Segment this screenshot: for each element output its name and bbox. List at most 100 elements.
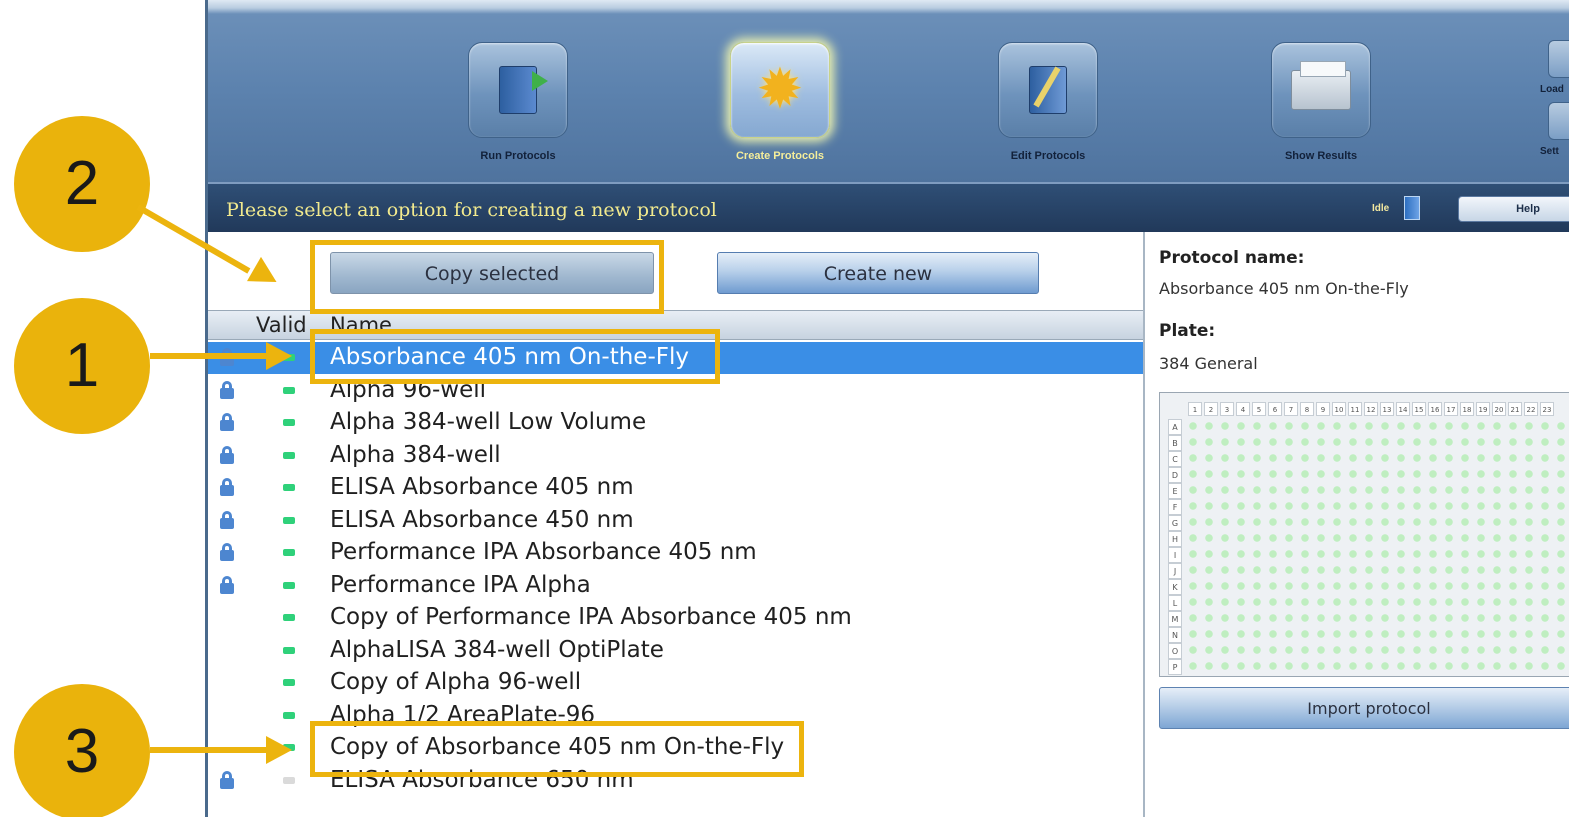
load-button[interactable] <box>1548 40 1569 78</box>
protocol-row[interactable]: Copy of Alpha 96-well <box>208 667 1143 699</box>
lock-icon <box>220 445 234 464</box>
create-protocols-icon: ✹ <box>756 57 804 122</box>
toolbar-create-protocols[interactable]: ✹ Create Protocols <box>720 42 840 162</box>
plate-row-label: D <box>1168 467 1182 483</box>
plate-column-label: 23 <box>1540 402 1554 416</box>
protocol-row[interactable]: Alpha 384-well Low Volume <box>208 407 1143 439</box>
protocol-row-name: ELISA Absorbance 450 nm <box>330 506 634 533</box>
run-protocols-label: Run Protocols <box>480 150 556 162</box>
protocol-row-name: Alpha 384-well <box>330 441 501 468</box>
lock-icon <box>220 543 234 561</box>
create-new-button[interactable]: Create new <box>717 252 1039 294</box>
protocol-row-name: Copy of Performance IPA Absorbance 405 n… <box>330 604 852 630</box>
lock-icon <box>220 380 234 399</box>
show-results-label: Show Results <box>1284 150 1358 162</box>
plate-column-label: 11 <box>1348 402 1362 416</box>
plate-column-label: 15 <box>1412 402 1426 416</box>
plate-row-label: N <box>1168 627 1182 643</box>
protocol-row-name: Alpha 384-well Low Volume <box>330 409 647 435</box>
plate-row-label: E <box>1168 483 1182 499</box>
plate-map: 1 2 3 4 5 6 7 8 9 10 11 12 13 14 15 16 17 18 19 20 21 22 23 AB… <box>1159 392 1569 677</box>
protocol-name-label: Protocol name: <box>1159 248 1305 268</box>
plate-column-label: 3 <box>1220 402 1234 416</box>
plate-column-label: 12 <box>1364 402 1378 416</box>
create-protocols-button[interactable]: ✹ <box>730 42 830 138</box>
plate-column-label: 8 <box>1300 402 1314 416</box>
create-protocols-label: Create Protocols <box>735 150 825 162</box>
lock-icon <box>220 770 234 789</box>
valid-status-icon <box>283 419 295 426</box>
edit-protocols-button[interactable] <box>998 42 1098 138</box>
valid-status-icon <box>283 581 295 589</box>
status-message: Please select an option for creating a n… <box>226 199 717 221</box>
protocol-row[interactable]: ELISA Absorbance 450 nm <box>208 505 1143 537</box>
plate-row-label: A <box>1168 419 1182 435</box>
selected-row-highlight <box>310 329 720 384</box>
plate-column-label: 1 <box>1188 402 1202 416</box>
protocol-row-name: AlphaLISA 384-well OptiPlate <box>330 636 664 663</box>
valid-status-icon <box>283 484 295 491</box>
plate-value: 384 General <box>1159 354 1258 373</box>
protocol-details-pane: Protocol name: Absorbance 405 nm On-the-… <box>1147 232 1569 817</box>
main-toolbar: Run Protocols ✹ Create Protocols Edit Pr… <box>208 0 1569 182</box>
step-3-arrow-head <box>266 736 292 764</box>
settings-button[interactable] <box>1548 102 1569 140</box>
valid-status-icon <box>283 711 295 719</box>
plate-row-label: O <box>1168 643 1182 659</box>
plate-column-label: 21 <box>1508 402 1522 416</box>
plate-row-labels: ABCDEFGHIJKLMNOP <box>1168 419 1182 675</box>
lock-icon <box>220 478 234 496</box>
plate-column-label: 9 <box>1316 402 1330 416</box>
step-2-callout: 2 <box>14 116 150 252</box>
lock-icon <box>220 510 234 529</box>
edit-protocols-label: Edit Protocols <box>1010 150 1086 162</box>
plate-label: Plate: <box>1159 321 1216 341</box>
plate-row-label: J <box>1168 563 1182 579</box>
edit-protocols-icon <box>1029 66 1067 114</box>
plate-row-label: P <box>1168 659 1182 675</box>
toolbar-run-protocols[interactable]: Run Protocols <box>458 42 578 162</box>
show-results-button[interactable] <box>1271 42 1371 138</box>
load-label: Load <box>1540 84 1564 95</box>
protocol-row-name: Copy of Alpha 96-well <box>330 669 582 695</box>
plate-column-label: 6 <box>1268 402 1282 416</box>
copy-selected-highlight <box>310 240 664 314</box>
plate-column-label: 20 <box>1492 402 1506 416</box>
protocol-row[interactable]: ELISA Absorbance 405 nm <box>208 472 1143 504</box>
protocol-row[interactable]: Performance IPA Alpha <box>208 570 1143 602</box>
plate-wells <box>1188 421 1569 676</box>
step-1-arrow-head <box>266 342 292 370</box>
plate-column-label: 7 <box>1284 402 1298 416</box>
plate-column-label: 14 <box>1396 402 1410 416</box>
plate-column-label: 18 <box>1460 402 1474 416</box>
protocol-row-name: ELISA Absorbance 405 nm <box>330 474 634 500</box>
valid-status-icon <box>283 549 295 556</box>
protocol-row[interactable]: Alpha 384-well <box>208 440 1143 472</box>
protocol-row[interactable]: AlphaLISA 384-well OptiPlate <box>208 635 1143 667</box>
toolbar-show-results[interactable]: Show Results <box>1261 42 1381 162</box>
plate-column-label: 10 <box>1332 402 1346 416</box>
protocol-row-name: Performance IPA Alpha <box>330 571 591 598</box>
protocol-row[interactable]: Performance IPA Absorbance 405 nm <box>208 537 1143 569</box>
plate-column-label: 19 <box>1476 402 1490 416</box>
toolbar-edit-protocols[interactable]: Edit Protocols <box>988 42 1108 162</box>
lock-icon <box>220 413 234 431</box>
app-window: Run Protocols ✹ Create Protocols Edit Pr… <box>205 0 1569 817</box>
step-1-callout: 1 <box>14 298 150 434</box>
plate-column-label: 22 <box>1524 402 1538 416</box>
plate-row-label: L <box>1168 595 1182 611</box>
import-protocol-button[interactable]: Import protocol <box>1159 687 1569 729</box>
step-3-callout: 3 <box>14 684 150 817</box>
lock-icon <box>220 575 234 594</box>
idle-label: Idle <box>1372 203 1390 214</box>
plate-row-label: K <box>1168 579 1182 595</box>
plate-column-label: 17 <box>1444 402 1458 416</box>
plate-row-label: H <box>1168 531 1182 547</box>
column-header-valid[interactable]: Valid <box>256 313 307 337</box>
valid-status-icon <box>283 516 295 524</box>
plate-column-label: 13 <box>1380 402 1394 416</box>
plate-column-label: 4 <box>1236 402 1250 416</box>
run-protocols-button[interactable] <box>468 42 568 138</box>
help-button[interactable]: Help <box>1458 196 1569 222</box>
protocol-row[interactable]: Copy of Performance IPA Absorbance 405 n… <box>208 602 1143 634</box>
